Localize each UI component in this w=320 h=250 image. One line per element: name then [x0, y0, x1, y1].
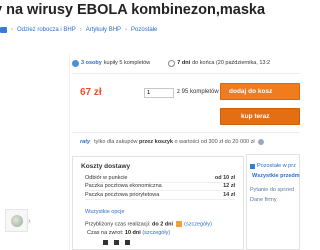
all-shipping-options-link[interactable]: Wszystkie opcje — [85, 209, 124, 215]
buyers-text: kupiły 5 kompletów — [103, 60, 151, 66]
shipping-option-price: od 10 zł — [214, 174, 235, 181]
sidebar-item-label: Dane firmy — [250, 197, 277, 203]
thumbnail-image — [10, 214, 23, 227]
sidebar-item-label: Pozostałe w prz — [257, 163, 296, 169]
clock-icon — [168, 59, 176, 67]
sidebar-item-label: Pytanie do sprzed — [250, 187, 295, 193]
shipping-option-name: Odbiór w punkcie — [85, 174, 128, 181]
sales-stats: 3 osoby kupiły 5 kompletów 7 dni do końc… — [72, 57, 300, 69]
processing-time-details-link[interactable]: (szczegóły) — [184, 221, 212, 227]
raty-text-pre: tylko dla zakupów — [94, 138, 138, 145]
product-icon — [114, 240, 119, 245]
return-time: Czas na zwrot: 10 dni (szczegóły) — [87, 230, 170, 236]
buy-now-button[interactable]: kup teraz — [220, 108, 300, 125]
label-icon — [175, 221, 182, 227]
list-icon — [250, 163, 255, 169]
shipping-option-name: Paczka pocztowa ekonomiczna — [85, 183, 162, 190]
product-thumbnail[interactable] — [5, 209, 28, 232]
shipping-option-price: 12 zł — [223, 183, 235, 190]
breadcrumb-separator: › — [11, 27, 13, 33]
add-to-cart-button[interactable]: dodaj do kosz — [220, 83, 300, 100]
return-time-value: 10 dni — [124, 230, 141, 236]
sidebar-item-question[interactable]: Pytanie do sprzed — [247, 185, 299, 195]
quantity-input[interactable] — [144, 88, 174, 98]
info-icon[interactable] — [257, 138, 264, 145]
processing-time-label: Przybliżony czas realizacji: — [85, 221, 151, 228]
people-icon — [72, 59, 79, 67]
sidebar-item-all[interactable]: Wszystkie przedm — [247, 171, 300, 181]
product-icons — [103, 240, 137, 246]
shipping-header: Koszty dostawy — [81, 163, 131, 170]
shipping-option-name: Paczka pocztowa priorytetowa — [85, 191, 160, 198]
sidebar-item-label: Wszystkie przedm — [252, 173, 300, 179]
table-row: Odbiór w punkcie od 10 zł — [85, 174, 235, 183]
shipping-option-price: 14 zł — [223, 191, 235, 198]
sidebar-item-other[interactable]: Pozostałe w prz — [247, 161, 299, 171]
processing-time: Przybliżony czas realizacji: do 2 dni (s… — [85, 221, 212, 227]
seller-sidebar: Pozostałe w prz Wszystkie przedm Pytanie… — [246, 154, 300, 250]
breadcrumb-item-artykuly[interactable]: Artykuły BHP — [86, 27, 121, 33]
price: 67 zł — [80, 87, 102, 98]
product-icon — [103, 240, 108, 245]
end-time-text: do końca (20 października, 13:2 — [192, 60, 271, 66]
table-row: Paczka pocztowa priorytetowa 14 zł — [85, 191, 235, 200]
buyers-count[interactable]: 3 osoby — [81, 60, 102, 66]
breadcrumb-separator: › — [125, 27, 128, 33]
return-time-details-link[interactable]: (szczegóły) — [142, 230, 170, 236]
raty-logo: raty — [80, 138, 91, 145]
processing-time-value: do 2 dni — [151, 221, 174, 228]
sidebar-item-company[interactable]: Dane firmy — [247, 195, 299, 205]
table-row: Paczka pocztowa ekonomiczna 12 zł — [85, 183, 235, 191]
shipping-costs: Koszty dostawy Odbiór w punkcie od 10 zł… — [72, 156, 244, 250]
home-icon[interactable] — [0, 27, 7, 33]
breadcrumb-item-odziez[interactable]: Odzież robocza i BHP — [17, 27, 76, 33]
installments-info: raty tylko dla zakupów przez koszyk o wa… — [72, 136, 300, 147]
buy-box: 67 zł z 95 kompletów dodaj do kosz kup t… — [72, 73, 300, 133]
quantity-available: z 95 kompletów — [177, 89, 219, 95]
breadcrumb-separator: › — [79, 27, 82, 33]
chevron-right-icon[interactable]: › — [28, 216, 31, 225]
breadcrumb-item-pozostale[interactable]: Pozostałe — [131, 27, 157, 33]
shipping-table: Odbiór w punkcie od 10 zł Paczka pocztow… — [85, 174, 235, 200]
return-time-label: Czas na zwrot: — [87, 230, 124, 236]
raty-text-bold: przez koszyk — [139, 138, 173, 145]
days-left: 7 dni — [177, 60, 191, 66]
raty-text-post: o wartości od 300 zł do 20 000 zł — [174, 138, 255, 145]
page-title: y na wirusy EBOLA kombinezon,maska — [0, 2, 266, 18]
breadcrumb: › Odzież robocza i BHP › Artykuły BHP › … — [0, 24, 157, 36]
product-icon — [125, 240, 130, 245]
